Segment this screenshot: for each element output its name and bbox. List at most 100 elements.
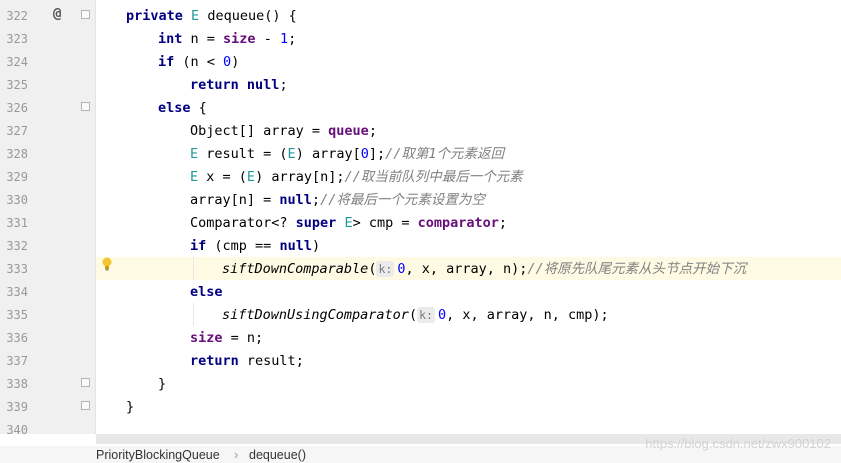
line-number[interactable]: 322 bbox=[0, 9, 28, 23]
code-line-335[interactable]: siftDownUsingComparator(k: 0, x, array, n… bbox=[222, 305, 609, 325]
number: 0 bbox=[437, 307, 447, 323]
line-number[interactable]: 324 bbox=[0, 55, 28, 69]
keyword: return bbox=[190, 77, 239, 93]
fold-marker-icon[interactable] bbox=[81, 10, 90, 19]
line-number[interactable]: 333 bbox=[0, 262, 28, 276]
code-text: ) array[n]; bbox=[255, 169, 345, 185]
fold-marker-icon[interactable] bbox=[81, 378, 90, 387]
code-line-326[interactable]: else { bbox=[158, 98, 207, 118]
comment: //取第1个元素返回 bbox=[385, 146, 505, 162]
code-text: dequeue() { bbox=[207, 8, 297, 24]
code-line-334[interactable]: else bbox=[190, 282, 223, 302]
line-number[interactable]: 330 bbox=[0, 193, 28, 207]
code-line-338[interactable]: } bbox=[158, 374, 166, 394]
code-text: ) bbox=[311, 238, 321, 254]
field: comparator bbox=[417, 215, 499, 231]
code-text: result; bbox=[246, 353, 304, 369]
code-text: - bbox=[255, 31, 280, 47]
code-text: = n; bbox=[222, 330, 264, 346]
keyword: return bbox=[190, 353, 239, 369]
line-number[interactable]: 329 bbox=[0, 170, 28, 184]
type-param: E bbox=[246, 169, 256, 185]
field: size bbox=[223, 31, 256, 47]
lightbulb-icon[interactable] bbox=[102, 257, 112, 271]
code-line-324[interactable]: if (n < 0) bbox=[158, 52, 239, 72]
code-text: Object[] array = bbox=[190, 123, 329, 139]
line-number[interactable]: 332 bbox=[0, 239, 28, 253]
code-line-327[interactable]: Object[] array = queue; bbox=[190, 121, 377, 141]
line-number[interactable]: 328 bbox=[0, 147, 28, 161]
code-text: ; bbox=[368, 123, 377, 139]
code-text: > cmp = bbox=[352, 215, 418, 231]
parameter-hint: k: bbox=[376, 261, 395, 277]
type-param: E bbox=[190, 169, 199, 185]
breadcrumb-method[interactable]: dequeue() bbox=[249, 448, 306, 462]
keyword: else bbox=[190, 284, 223, 300]
breadcrumb-class[interactable]: PriorityBlockingQueue bbox=[96, 448, 220, 462]
code-text: ; bbox=[288, 31, 297, 47]
line-number[interactable]: 323 bbox=[0, 32, 28, 46]
code-text: } bbox=[158, 376, 167, 392]
gutter-divider bbox=[95, 0, 96, 434]
comment: //取当前队列中最后一个元素 bbox=[344, 169, 523, 185]
line-number[interactable]: 326 bbox=[0, 101, 28, 115]
code-line-336[interactable]: size = n; bbox=[190, 328, 263, 348]
type-param: E bbox=[287, 146, 296, 162]
comment: //将最后一个元素设置为空 bbox=[320, 192, 485, 208]
code-line-333[interactable]: siftDownComparable(k: 0, x, array, n);//将… bbox=[222, 259, 746, 279]
code-text: ) array[ bbox=[295, 146, 361, 162]
line-number[interactable]: 337 bbox=[0, 354, 28, 368]
line-number[interactable]: 338 bbox=[0, 377, 28, 391]
code-line-322[interactable]: private E dequeue() { bbox=[126, 6, 297, 26]
code-text: ) bbox=[231, 54, 240, 70]
code-line-323[interactable]: int n = size - 1; bbox=[158, 29, 296, 49]
keyword: int bbox=[158, 31, 183, 47]
code-text: (cmp == bbox=[214, 238, 280, 254]
line-number[interactable]: 334 bbox=[0, 285, 28, 299]
keyword: else bbox=[158, 100, 191, 116]
line-number[interactable]: 327 bbox=[0, 124, 28, 138]
code-text: ]; bbox=[368, 146, 386, 162]
code-text: n = bbox=[190, 31, 224, 47]
type-param: E bbox=[344, 215, 353, 231]
fold-marker-icon[interactable] bbox=[81, 102, 90, 111]
code-line-332[interactable]: if (cmp == null) bbox=[190, 236, 320, 256]
code-line-331[interactable]: Comparator<? super E> cmp = comparator; bbox=[190, 213, 507, 233]
code-text: { bbox=[198, 100, 207, 116]
number: 0 bbox=[360, 146, 369, 162]
keyword: super bbox=[295, 215, 337, 231]
method-call: siftDownComparable bbox=[222, 261, 369, 277]
code-text: (n < bbox=[182, 54, 224, 70]
breadcrumb-separator: › bbox=[234, 448, 239, 462]
keyword: if bbox=[190, 238, 207, 254]
code-text: result = ( bbox=[198, 146, 288, 162]
field: queue bbox=[328, 123, 369, 139]
line-number[interactable]: 339 bbox=[0, 400, 28, 414]
keyword: null bbox=[246, 77, 280, 93]
line-number[interactable]: 336 bbox=[0, 331, 28, 345]
line-number[interactable]: 325 bbox=[0, 78, 28, 92]
code-line-329[interactable]: E x = (E) array[n];//取当前队列中最后一个元素 bbox=[190, 167, 523, 187]
line-number[interactable]: 335 bbox=[0, 308, 28, 322]
number: 1 bbox=[279, 31, 289, 47]
code-line-337[interactable]: return result; bbox=[190, 351, 304, 371]
number: 0 bbox=[223, 54, 232, 70]
code-line-328[interactable]: E result = (E) array[0];//取第1个元素返回 bbox=[190, 144, 504, 164]
method-call: siftDownUsingComparator bbox=[222, 307, 409, 323]
type-param: E bbox=[191, 8, 200, 24]
code-text: ( bbox=[408, 307, 418, 323]
fold-marker-icon[interactable] bbox=[81, 401, 90, 410]
code-line-325[interactable]: return null; bbox=[190, 75, 288, 95]
keyword: if bbox=[158, 54, 175, 70]
code-line-339[interactable]: } bbox=[126, 397, 134, 417]
code-text: ( bbox=[368, 261, 377, 277]
line-number[interactable]: 340 bbox=[0, 423, 28, 437]
keyword: null bbox=[279, 238, 312, 254]
line-number[interactable]: 331 bbox=[0, 216, 28, 230]
code-text: Comparator<? bbox=[190, 215, 296, 231]
field: size bbox=[190, 330, 223, 346]
override-icon[interactable]: @ bbox=[53, 6, 61, 22]
watermark: https://blog.csdn.net/zwx900102 bbox=[645, 436, 831, 451]
code-text: , x, array, n); bbox=[405, 261, 528, 277]
code-line-330[interactable]: array[n] = null;//将最后一个元素设置为空 bbox=[190, 190, 485, 210]
